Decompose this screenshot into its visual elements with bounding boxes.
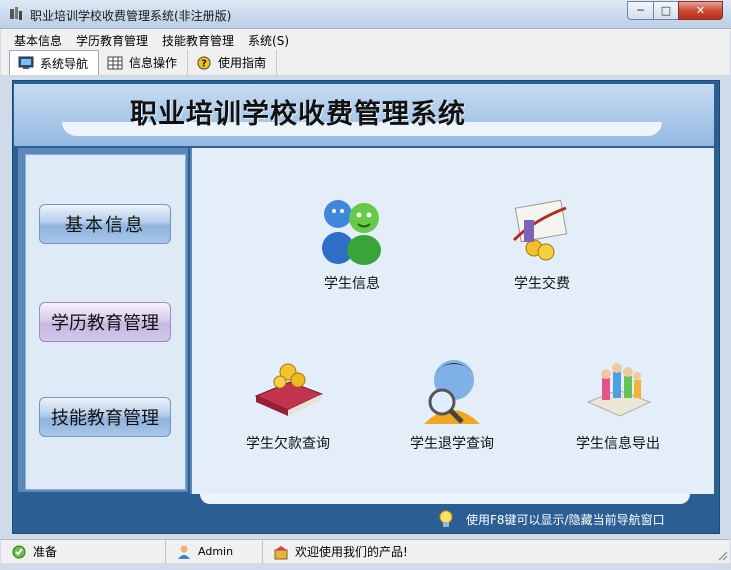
app-icon xyxy=(10,7,22,20)
menu-bar: 基本信息 学历教育管理 技能教育管理 系统(S) xyxy=(1,29,730,49)
content-bottom-curve xyxy=(200,494,690,504)
status-user: Admin xyxy=(166,540,263,563)
payment-icon xyxy=(512,199,568,261)
nav-toggle-hint: 使用F8键可以显示/隐藏当前导航窗口 xyxy=(436,509,665,529)
svg-text:?: ? xyxy=(201,58,207,69)
tab-info-ops[interactable]: 信息操作 xyxy=(99,50,189,75)
grid-icon xyxy=(107,56,123,69)
user-name: Admin xyxy=(198,545,234,558)
product-icon xyxy=(274,545,288,559)
welcome-text: 欢迎使用我们的产品! xyxy=(295,545,408,559)
close-button[interactable]: ✕ xyxy=(678,1,723,20)
window-title: 职业培训学校收费管理系统(非注册版) xyxy=(30,9,232,23)
monitor-icon xyxy=(18,56,34,69)
export-people-icon xyxy=(586,363,652,417)
feature-label: 学生信息导出 xyxy=(576,436,660,452)
title-bar: 职业培训学校收费管理系统(非注册版) ─ □ ✕ xyxy=(0,0,731,29)
maximize-button[interactable]: □ xyxy=(653,1,678,20)
feature-student-payment[interactable]: 学生交费 xyxy=(502,190,582,293)
feature-info-export[interactable]: 学生信息导出 xyxy=(562,350,674,453)
menu-system[interactable]: 系统(S) xyxy=(243,29,298,49)
resize-grip-icon[interactable] xyxy=(716,549,728,561)
feature-student-info[interactable]: 学生信息 xyxy=(312,190,392,293)
feature-label: 学生退学查询 xyxy=(410,436,494,452)
status-welcome: 欢迎使用我们的产品! xyxy=(263,540,730,563)
status-bar: 准备 Admin 欢迎使用我们的产品! xyxy=(1,539,730,563)
sidebar-button-basic-info[interactable]: 基本信息 xyxy=(39,204,171,244)
minimize-button[interactable]: ─ xyxy=(627,1,653,20)
feature-withdrawal-query[interactable]: 学生退学查询 xyxy=(396,350,508,453)
feature-arrears-query[interactable]: 学生欠款查询 xyxy=(232,350,344,453)
book-coins-icon xyxy=(254,363,324,416)
status-ready-icon xyxy=(12,545,26,558)
banner-title: 职业培训学校收费管理系统 xyxy=(130,99,466,130)
status-text: 准备 xyxy=(33,545,58,559)
menu-academic-edu[interactable]: 学历教育管理 xyxy=(71,29,157,49)
user-status-icon xyxy=(178,545,190,559)
feature-label: 学生交费 xyxy=(514,276,570,292)
sidebar-button-academic-edu[interactable]: 学历教育管理 xyxy=(39,302,171,342)
tab-user-guide[interactable]: ? 使用指南 xyxy=(188,50,278,75)
search-person-icon xyxy=(424,360,480,424)
toolbar: 系统导航 信息操作 ? 使用指南 xyxy=(1,49,730,76)
menu-basic-info[interactable]: 基本信息 xyxy=(9,29,71,49)
feature-label: 学生信息 xyxy=(324,276,380,292)
help-icon: ? xyxy=(197,55,211,70)
tab-label: 系统导航 xyxy=(40,56,89,71)
users-icon xyxy=(322,200,381,265)
tab-label: 使用指南 xyxy=(218,56,267,70)
window-controls: ─ □ ✕ xyxy=(627,1,723,20)
status-ready: 准备 xyxy=(1,540,166,563)
hint-text: 使用F8键可以显示/隐藏当前导航窗口 xyxy=(466,512,665,527)
menu-skill-edu[interactable]: 技能教育管理 xyxy=(157,29,243,49)
tab-system-nav[interactable]: 系统导航 xyxy=(9,50,100,75)
tab-label: 信息操作 xyxy=(129,56,178,70)
feature-label: 学生欠款查询 xyxy=(246,436,330,452)
lightbulb-icon xyxy=(439,510,453,527)
sidebar-button-skill-edu[interactable]: 技能教育管理 xyxy=(39,397,171,437)
